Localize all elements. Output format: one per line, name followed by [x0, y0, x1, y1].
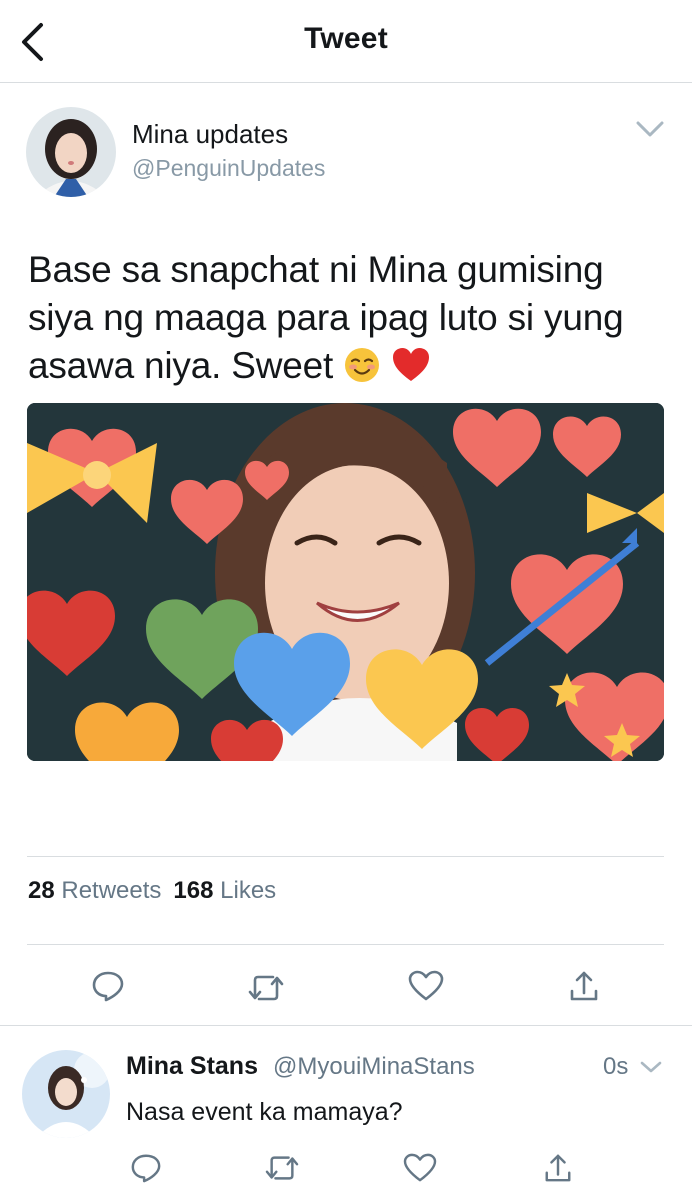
avatar[interactable]: [22, 1050, 110, 1138]
chevron-down-icon: [636, 121, 664, 137]
retweet-icon: [265, 1156, 299, 1180]
avatar[interactable]: [26, 107, 116, 197]
retweet-icon: [248, 975, 284, 1001]
tweet-stats: 28 Retweets 168 Likes: [28, 877, 276, 905]
reply-icon: [131, 1154, 161, 1183]
retweets-count: 28: [28, 877, 55, 904]
reply-text: Nasa event ka mamaya?: [126, 1098, 403, 1126]
reply-icon: [92, 971, 124, 1002]
reply-more-options-button[interactable]: [636, 1054, 666, 1080]
tweet-author: Mina updates @PenguinUpdates: [26, 107, 666, 202]
more-options-button[interactable]: [632, 111, 668, 147]
reply-retweet-button[interactable]: [260, 1146, 304, 1190]
share-icon: [570, 971, 598, 1001]
reply-timestamp: 0s: [603, 1053, 629, 1080]
reply-tweet[interactable]: Mina Stans @MyouiMinaStans 0s Nasa event…: [0, 1025, 692, 1201]
reply-author-name[interactable]: Mina Stans: [126, 1052, 258, 1081]
tweet-image[interactable]: [27, 403, 664, 761]
reply-author-handle[interactable]: @MyouiMinaStans: [273, 1053, 475, 1081]
share-icon: [545, 1154, 571, 1182]
smiling-face-icon: [343, 346, 381, 396]
retweet-button[interactable]: [244, 966, 288, 1010]
likes-count: 168: [173, 877, 214, 904]
chevron-down-icon: [640, 1061, 662, 1073]
divider: [27, 856, 664, 857]
heart-icon: [408, 970, 444, 1001]
tweet-body: Base sa snapchat ni Mina gumising siya n…: [28, 249, 624, 386]
heart-icon: [403, 1153, 437, 1182]
reply-reply-button[interactable]: [124, 1146, 168, 1190]
red-heart-icon: [391, 346, 431, 396]
page-title: Tweet: [304, 22, 388, 55]
divider: [27, 944, 664, 945]
reply-like-button[interactable]: [398, 1146, 442, 1190]
tweet-text: Base sa snapchat ni Mina gumising siya n…: [28, 246, 668, 396]
reply-share-button[interactable]: [536, 1146, 580, 1190]
retweets-stat[interactable]: 28 Retweets: [28, 877, 161, 904]
retweets-label: Retweets: [61, 877, 162, 904]
tweet-photo-illustration: [27, 403, 664, 761]
reply-button[interactable]: [86, 964, 130, 1008]
author-handle[interactable]: @PenguinUpdates: [132, 155, 325, 182]
author-name[interactable]: Mina updates: [132, 119, 288, 150]
likes-stat[interactable]: 168 Likes: [173, 877, 276, 904]
like-button[interactable]: [404, 964, 448, 1008]
share-button[interactable]: [562, 964, 606, 1008]
navigation-bar: Tweet: [0, 0, 692, 83]
likes-label: Likes: [220, 877, 277, 904]
